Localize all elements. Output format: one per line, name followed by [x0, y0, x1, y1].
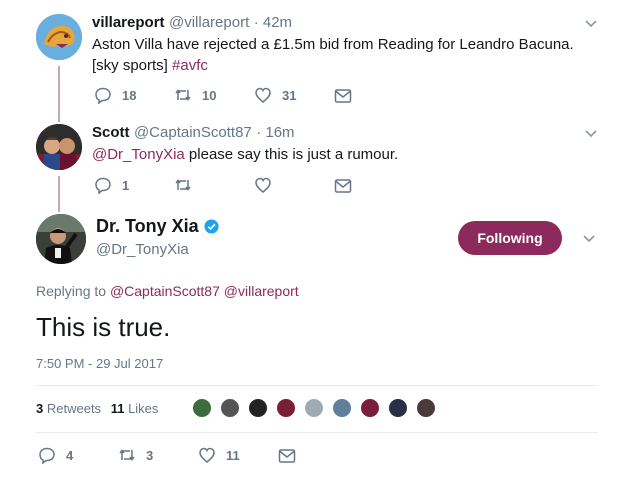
- heart-icon: [199, 447, 215, 463]
- like-count: 11: [226, 447, 240, 463]
- divider: [36, 432, 598, 433]
- message-icon[interactable]: [334, 178, 352, 194]
- reply-count: 18: [122, 87, 137, 103]
- tweet-text: @Dr_TonyXia please say this is just a ru…: [92, 144, 592, 165]
- main-author-name[interactable]: Dr. Tony Xia: [96, 216, 199, 237]
- main-tweet-text: This is true.: [36, 312, 171, 342]
- tweet-time[interactable]: · 42m: [254, 14, 292, 31]
- likes-stat-label: Likes: [128, 401, 159, 416]
- tweet-text-body: Aston Villa have rejected a £1.5m bid fr…: [92, 36, 574, 74]
- liker-avatar[interactable]: [220, 398, 240, 418]
- like-button[interactable]: 11: [198, 446, 240, 464]
- replying-to-label: Replying to: [36, 283, 107, 299]
- following-button[interactable]: Following: [458, 221, 562, 255]
- tweet-time[interactable]: · 16m: [256, 124, 294, 141]
- like-count: 31: [282, 87, 297, 103]
- divider: [36, 385, 598, 386]
- liker-avatar[interactable]: [304, 398, 324, 418]
- tweet-author-handle[interactable]: @villareport: [169, 14, 249, 31]
- engagement-stats: 3 Retweets 11 Likes: [36, 401, 158, 416]
- replying-to-link[interactable]: @CaptainScott87: [110, 283, 220, 299]
- tweet-author-name[interactable]: Scott: [92, 124, 130, 141]
- reply-count: 1: [122, 177, 130, 193]
- replying-to: Replying to @CaptainScott87 @villareport: [36, 283, 299, 299]
- reply-icon: [95, 87, 111, 104]
- like-button[interactable]: 31: [254, 86, 296, 104]
- retweet-button[interactable]: 3: [118, 446, 153, 464]
- like-button[interactable]: [254, 176, 282, 194]
- message-icon[interactable]: [278, 448, 296, 464]
- replying-to-link[interactable]: @villareport: [224, 283, 299, 299]
- tweet-author-handle[interactable]: @CaptainScott87: [134, 124, 252, 141]
- reply-button[interactable]: 18: [94, 86, 136, 104]
- heart-icon: [255, 87, 271, 103]
- mention-link[interactable]: @Dr_TonyXia: [92, 146, 185, 163]
- liker-avatar[interactable]: [332, 398, 352, 418]
- retweet-button[interactable]: [174, 176, 202, 194]
- thread-line: [58, 176, 60, 212]
- message-icon[interactable]: [334, 88, 352, 104]
- tweet-author-name[interactable]: villareport: [92, 14, 165, 31]
- likes-stat-count: 11: [110, 401, 125, 416]
- villareport-avatar[interactable]: [36, 14, 82, 60]
- likes-stat[interactable]: 11 Likes: [111, 401, 159, 416]
- main-author-handle[interactable]: @Dr_TonyXia: [96, 241, 189, 258]
- retweets-stat-label: Retweets: [46, 401, 102, 416]
- retweet-icon: [175, 179, 191, 191]
- liker-avatar[interactable]: [192, 398, 212, 418]
- reply-button[interactable]: 4: [38, 446, 73, 464]
- chevron-down-icon[interactable]: [584, 126, 598, 140]
- retweet-icon: [175, 89, 191, 101]
- tweet-text: Aston Villa have rejected a £1.5m bid fr…: [92, 34, 592, 76]
- hashtag-link[interactable]: #avfc: [172, 57, 208, 74]
- retweet-button[interactable]: 10: [174, 86, 216, 104]
- liker-avatar[interactable]: [416, 398, 436, 418]
- heart-icon: [255, 177, 271, 193]
- liker-avatar[interactable]: [248, 398, 268, 418]
- liker-avatars: [192, 397, 452, 421]
- tony-xia-avatar[interactable]: [36, 214, 86, 264]
- verified-badge-icon: [204, 219, 219, 234]
- liker-avatar[interactable]: [360, 398, 380, 418]
- tweet-text-body: please say this is just a rumour.: [184, 146, 399, 163]
- retweets-stat[interactable]: 3 Retweets: [36, 401, 105, 416]
- reply-count: 4: [66, 447, 74, 463]
- tweet-timestamp[interactable]: 7:50 PM - 29 Jul 2017: [36, 356, 163, 371]
- retweets-stat-count: 3: [36, 401, 44, 416]
- chevron-down-icon[interactable]: [584, 16, 598, 30]
- liker-avatar[interactable]: [276, 398, 296, 418]
- chevron-down-icon[interactable]: [582, 231, 596, 245]
- reply-icon: [95, 177, 111, 194]
- scott-avatar[interactable]: [36, 124, 82, 170]
- reply-button[interactable]: 1: [94, 176, 129, 194]
- retweet-icon: [119, 449, 135, 461]
- reply-icon: [39, 447, 55, 464]
- liker-avatar[interactable]: [388, 398, 408, 418]
- retweet-count: 3: [146, 447, 154, 463]
- thread-line: [58, 66, 60, 122]
- retweet-count: 10: [202, 87, 217, 103]
